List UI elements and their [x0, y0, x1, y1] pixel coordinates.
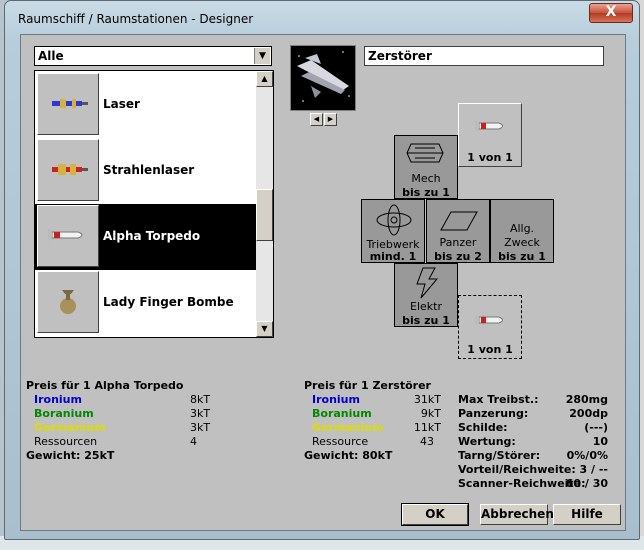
design-name-input[interactable]: Zerstörer [364, 46, 604, 66]
germanium-label: Germanium [34, 421, 106, 434]
stat-label: Tarng/Störer: [458, 449, 541, 462]
close-button[interactable]: X [589, 3, 633, 23]
bomb-icon [37, 271, 99, 333]
slot-weapon-top[interactable]: 1 von 1 [458, 103, 522, 167]
list-item-laser[interactable]: Laser [35, 72, 256, 138]
stat-value: 0%/0% [566, 449, 608, 462]
scroll-down-icon[interactable]: ▼ [256, 321, 273, 337]
component-filter-select[interactable]: Alle ▼ [34, 46, 272, 66]
ship-cost-title: Preis für 1 Zerstörer [304, 379, 431, 392]
ironium-label: Ironium [34, 393, 82, 406]
mech-icon [406, 143, 444, 163]
resources-label: Ressource [312, 435, 369, 448]
resources-value: 4 [190, 435, 197, 448]
slot-label: Elektr [410, 300, 442, 313]
boranium-value: 3kT [190, 407, 211, 420]
germanium-label: Germanium [312, 421, 384, 434]
component-weight: Gewicht: 25kT [26, 449, 115, 462]
armor-icon [440, 211, 478, 231]
slot-elec[interactable]: Elektr bis zu 1 [394, 263, 458, 327]
slot-count: 1 von 1 [467, 151, 513, 164]
slot-count: 1 von 1 [467, 343, 513, 356]
boranium-label: Boranium [312, 407, 372, 420]
dialog-client: Alle ▼ Laser Strahlenlaser Alpha Torpedo… [20, 34, 626, 531]
scroll-up-icon[interactable]: ▲ [256, 71, 273, 87]
list-item-lady-finger-bombe[interactable]: Lady Finger Bombe [35, 270, 256, 336]
stat-label: Panzerung: [458, 407, 529, 420]
list-item-label: Strahlenlaser [103, 163, 195, 177]
cancel-button[interactable]: Abbrechen [480, 504, 554, 525]
slot-engine[interactable]: Triebwerk mind. 1 [361, 199, 425, 263]
list-scrollbar[interactable]: ▲ ▼ [256, 71, 273, 337]
slot-limit: bis zu 1 [498, 250, 546, 263]
chevron-down-icon[interactable]: ▼ [254, 48, 270, 64]
stat-label: Max Treibst.: [458, 393, 539, 406]
laser-icon [37, 73, 99, 135]
stat-value: 60 / 30 [565, 477, 608, 490]
slot-label: Panzer [439, 236, 477, 249]
list-item-label: Lady Finger Bombe [103, 295, 234, 309]
resources-value: 43 [420, 435, 434, 448]
slot-limit: bis zu 2 [434, 250, 482, 263]
slot-label-2: Zweck [504, 236, 540, 249]
ironium-value: 8kT [190, 393, 211, 406]
slot-limit: bis zu 1 [402, 186, 450, 199]
germanium-value: 11kT [413, 421, 441, 434]
lightning-icon [416, 267, 439, 299]
next-image-button[interactable]: ▶ [324, 113, 337, 126]
ok-button[interactable]: OK [401, 503, 469, 526]
ironium-value: 31kT [413, 393, 441, 406]
slot-label: Allg. [509, 222, 535, 235]
list-item-label: Laser [103, 97, 140, 111]
prev-image-button[interactable]: ◀ [310, 113, 323, 126]
ironium-label: Ironium [312, 393, 360, 406]
stat-value: 280mg [565, 393, 608, 406]
stat-value: (---) [584, 421, 608, 434]
list-item-label: Alpha Torpedo [103, 229, 201, 243]
stat-value: 10 [592, 435, 608, 448]
scroll-thumb[interactable] [256, 189, 273, 241]
stat-value: 200dp [569, 407, 608, 420]
window-title: Raumschiff / Raumstationen - Designer [18, 12, 254, 26]
filter-value: Alle [38, 49, 64, 63]
slot-limit: bis zu 1 [402, 314, 450, 327]
title-bar[interactable]: Raumschiff / Raumstationen - Designer X [5, 1, 639, 35]
torpedo-icon [475, 120, 503, 132]
slot-limit: mind. 1 [369, 250, 417, 263]
slot-weapon-bottom[interactable]: 1 von 1 [458, 295, 522, 359]
component-list[interactable]: Laser Strahlenlaser Alpha Torpedo Lady F… [34, 70, 274, 338]
beam-laser-icon [37, 139, 99, 201]
help-button[interactable]: Hilfe [553, 504, 621, 525]
list-item-alpha-torpedo[interactable]: Alpha Torpedo [35, 204, 256, 270]
engine-icon [376, 204, 412, 236]
torpedo-icon [475, 314, 503, 326]
list-item-strahlenlaser[interactable]: Strahlenlaser [35, 138, 256, 204]
boranium-value: 9kT [420, 407, 441, 420]
slot-label: Mech [411, 172, 441, 185]
stat-label: Wertung: [458, 435, 516, 448]
stat-label: Schilde: [458, 421, 508, 434]
ship-image [290, 45, 356, 111]
component-cost-title: Preis für 1 Alpha Torpedo [26, 379, 184, 392]
image-nav: ◀ ▶ [310, 113, 338, 127]
stat-value: 3 / -- [579, 463, 608, 476]
boranium-label: Boranium [34, 407, 94, 420]
resources-label: Ressourcen [34, 435, 98, 448]
slot-armor[interactable]: Panzer bis zu 2 [426, 199, 490, 263]
ship-weight: Gewicht: 80kT [304, 449, 393, 462]
designer-window: Raumschiff / Raumstationen - Designer X … [4, 0, 640, 540]
germanium-value: 3kT [190, 421, 211, 434]
torpedo-icon [37, 205, 99, 267]
slot-general[interactable]: Allg. Zweck bis zu 1 [490, 199, 554, 263]
slot-mech[interactable]: Mech bis zu 1 [394, 135, 458, 199]
